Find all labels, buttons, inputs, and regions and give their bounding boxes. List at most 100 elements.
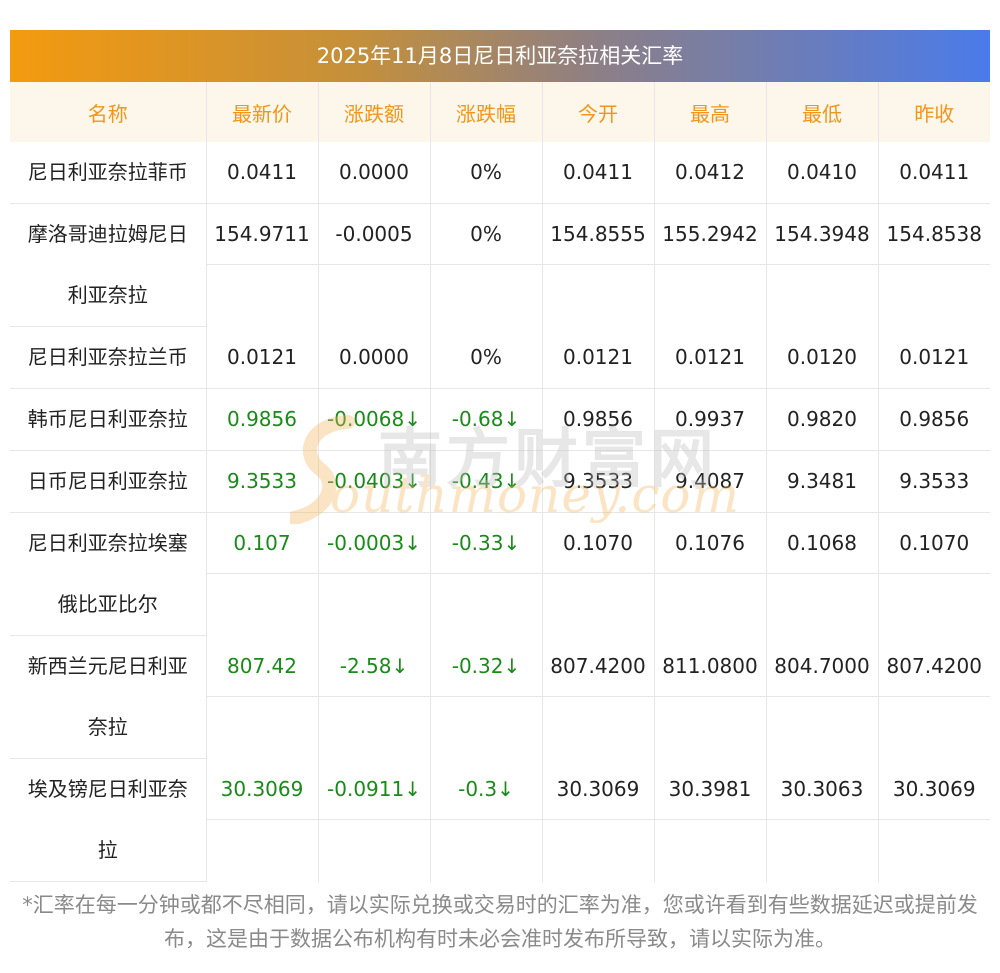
table-row: 韩币尼日利亚奈拉 0.9856 -0.0068↓ -0.68↓ 0.9856 0.9937… — [10, 388, 990, 451]
latest-value-cell: 30.3069 — [205, 758, 318, 882]
open-value-cell: 0.9856 — [541, 388, 654, 451]
prev-close-value-cell: 154.8538 — [877, 203, 990, 327]
latest-value-cell: 807.42 — [205, 635, 318, 759]
change-value: -0.0403↓ — [327, 469, 421, 493]
change-pct-value: 0% — [470, 344, 502, 369]
high-value: 0.0412 — [675, 160, 745, 184]
low-value-cell: 0.0410 — [765, 142, 878, 204]
high-value-cell: 30.3981 — [653, 758, 766, 882]
latest-value-cell: 0.0121 — [205, 326, 318, 389]
change-pct-value: -0.33↓ — [430, 513, 542, 574]
open-value: 0.9856 — [563, 407, 633, 431]
exchange-rate-table: 名称 最新价 涨跌额 涨跌幅 今开 最高 最低 昨收 尼日利亚奈拉菲币 0.041… — [10, 82, 990, 882]
change-pct-value: -0.43↓ — [451, 469, 521, 493]
latest-value: 0.0121 — [227, 344, 297, 369]
change-value: -0.0005 — [318, 204, 430, 265]
column-header-change-pct: 涨跌幅 — [429, 82, 542, 142]
table-row: 日币尼日利亚奈拉 9.3533 -0.0403↓ -0.43↓ 9.3533 9.4087… — [10, 450, 990, 513]
column-header-low: 最低 — [765, 82, 878, 142]
high-value-cell: 155.2942 — [653, 203, 766, 327]
change-value-cell: -0.0403↓ — [317, 450, 430, 513]
change-value: -0.0911↓ — [318, 759, 430, 820]
low-value-cell: 804.7000 — [765, 635, 878, 759]
open-value-cell: 30.3069 — [541, 758, 654, 882]
change-value: 0.0000 — [339, 344, 409, 369]
latest-value-cell: 0.9856 — [205, 388, 318, 451]
currency-pair-name: 新西兰元尼日利亚奈拉 — [10, 635, 207, 759]
change-pct-value: -0.68↓ — [451, 407, 521, 431]
open-value: 807.4200 — [542, 636, 654, 697]
change-pct-value-cell: 0% — [429, 326, 542, 389]
currency-pair-name: 尼日利亚奈拉埃塞俄比亚比尔 — [10, 512, 207, 636]
change-value: 0.0000 — [339, 160, 409, 184]
low-value: 9.3481 — [787, 469, 857, 493]
prev-close-value: 0.0121 — [899, 344, 970, 369]
change-pct-value: -0.32↓ — [430, 636, 542, 697]
low-value: 154.3948 — [766, 204, 878, 265]
prev-close-value: 807.4200 — [878, 636, 990, 697]
low-value: 30.3063 — [766, 759, 878, 820]
low-value-cell: 154.3948 — [765, 203, 878, 327]
change-pct-value-cell: -0.33↓ — [429, 512, 542, 636]
high-value-cell: 0.1076 — [653, 512, 766, 636]
change-pct-value: -0.3↓ — [430, 759, 542, 820]
latest-value: 0.9856 — [227, 407, 297, 431]
low-value: 804.7000 — [766, 636, 878, 697]
latest-value: 30.3069 — [206, 759, 318, 820]
latest-value-cell: 0.107 — [205, 512, 318, 636]
change-value: -2.58↓ — [318, 636, 430, 697]
prev-close-value-cell: 30.3069 — [877, 758, 990, 882]
open-value-cell: 0.0411 — [541, 142, 654, 204]
change-pct-value-cell: 0% — [429, 203, 542, 327]
open-value-cell: 9.3533 — [541, 450, 654, 513]
low-value-cell: 9.3481 — [765, 450, 878, 513]
currency-pair-name: 韩币尼日利亚奈拉 — [10, 388, 207, 451]
open-value-cell: 154.8555 — [541, 203, 654, 327]
open-value-cell: 0.0121 — [541, 326, 654, 389]
latest-value: 154.9711 — [206, 204, 318, 265]
open-value: 0.0411 — [563, 160, 633, 184]
change-value-cell: -0.0003↓ — [317, 512, 430, 636]
low-value: 0.0410 — [787, 160, 857, 184]
low-value: 0.1068 — [766, 513, 878, 574]
prev-close-value: 0.9856 — [899, 407, 970, 431]
prev-close-value-cell: 9.3533 — [877, 450, 990, 513]
change-pct-value: 0% — [430, 204, 542, 265]
open-value: 30.3069 — [542, 759, 654, 820]
prev-close-value: 0.0411 — [899, 160, 970, 184]
open-value: 9.3533 — [563, 469, 633, 493]
open-value: 0.1070 — [542, 513, 654, 574]
high-value: 0.9937 — [675, 407, 745, 431]
open-value: 154.8555 — [542, 204, 654, 265]
latest-value: 9.3533 — [227, 469, 297, 493]
open-value: 0.0121 — [563, 344, 633, 369]
prev-close-value: 154.8538 — [878, 204, 990, 265]
latest-value-cell: 0.0411 — [205, 142, 318, 204]
high-value-cell: 0.9937 — [653, 388, 766, 451]
change-value: -0.0068↓ — [327, 407, 421, 431]
change-pct-value-cell: 0% — [429, 142, 542, 204]
currency-pair-name: 摩洛哥迪拉姆尼日利亚奈拉 — [10, 203, 207, 327]
table-row: 尼日利亚奈拉兰币 0.0121 0.0000 0% 0.0121 0.0121 0.0120… — [10, 326, 990, 389]
change-value-cell: -0.0005 — [317, 203, 430, 327]
change-pct-value-cell: -0.43↓ — [429, 450, 542, 513]
currency-pair-name: 尼日利亚奈拉菲币 — [10, 142, 207, 204]
column-header-prev-close: 昨收 — [877, 82, 990, 142]
column-header-high: 最高 — [653, 82, 766, 142]
high-value-cell: 9.4087 — [653, 450, 766, 513]
latest-value-cell: 9.3533 — [205, 450, 318, 513]
low-value-cell: 30.3063 — [765, 758, 878, 882]
change-pct-value-cell: -0.68↓ — [429, 388, 542, 451]
column-header-latest: 最新价 — [205, 82, 318, 142]
open-value-cell: 0.1070 — [541, 512, 654, 636]
prev-close-value: 9.3533 — [899, 469, 970, 493]
high-value: 0.1076 — [654, 513, 766, 574]
high-value: 0.0121 — [675, 344, 745, 369]
table-header-row: 名称 最新价 涨跌额 涨跌幅 今开 最高 最低 昨收 — [10, 82, 990, 142]
high-value: 811.0800 — [654, 636, 766, 697]
prev-close-value: 30.3069 — [878, 759, 990, 820]
prev-close-value-cell: 0.1070 — [877, 512, 990, 636]
latest-value: 0.107 — [206, 513, 318, 574]
high-value-cell: 0.0412 — [653, 142, 766, 204]
change-value-cell: -0.0068↓ — [317, 388, 430, 451]
